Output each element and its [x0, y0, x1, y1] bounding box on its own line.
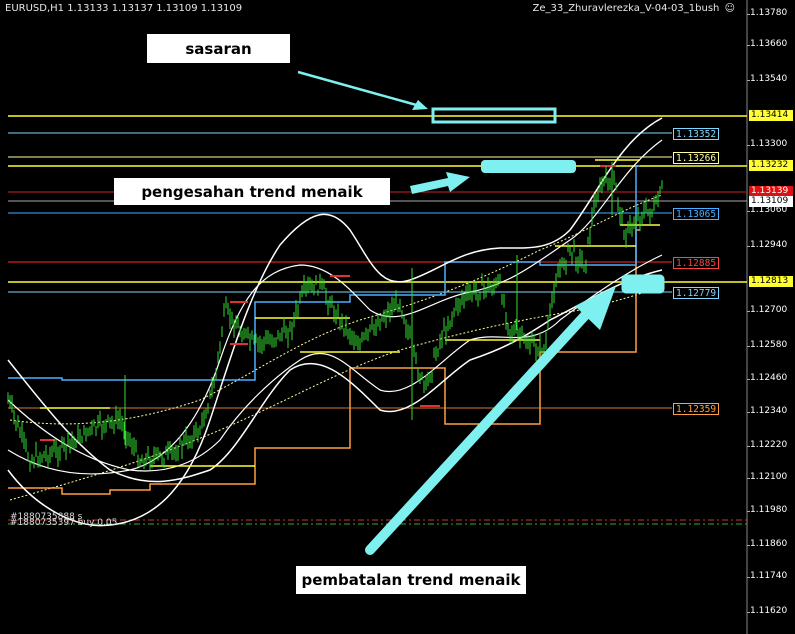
price-tick-mark: [747, 80, 750, 81]
price-tick-mark: [747, 346, 750, 347]
level-tag-13266[interactable]: 1.13266: [673, 152, 720, 164]
level-tag-12779[interactable]: 1.12779: [673, 287, 720, 299]
price-tick-mark: [747, 379, 750, 380]
cancel-arrow-line: [365, 305, 595, 555]
confirm-arrow: [410, 172, 470, 194]
price-tick-mark: [747, 412, 750, 413]
price-tick-mark: [747, 511, 750, 512]
smiley-face-icon[interactable]: ☺: [725, 3, 735, 14]
axis-tag-yellow-low: 1.12813: [749, 276, 793, 287]
price-tick: 1.12340: [750, 406, 788, 416]
price-tick-mark: [747, 211, 750, 212]
callout-confirm: pengesahan trend menaik: [114, 178, 390, 205]
price-tick-mark: [747, 612, 750, 613]
price-tick: 1.12580: [750, 340, 788, 350]
price-tick-mark: [747, 545, 750, 546]
lower-band-inner: [7, 254, 663, 472]
price-tick: 1.13540: [750, 74, 788, 84]
price-tick-mark: [747, 478, 750, 479]
symbol-info: EURUSD,H1 1.13133 1.13137 1.13109 1.1310…: [5, 3, 243, 14]
callout-cancel: pembatalan trend menaik: [296, 566, 526, 594]
level-tag-12359[interactable]: 1.12359: [673, 403, 720, 415]
price-tick: 1.12940: [750, 240, 788, 250]
price-tick-mark: [747, 246, 750, 247]
price-tick-mark: [747, 311, 750, 312]
price-tick: 1.11740: [750, 571, 788, 581]
level-tag-12885[interactable]: 1.12885: [673, 257, 720, 269]
price-tick: 1.12220: [750, 440, 788, 450]
price-tick: 1.13660: [750, 39, 788, 49]
price-tick: 1.13780: [750, 8, 788, 18]
level-tag-13065[interactable]: 1.13065: [673, 208, 720, 220]
confirm-zone-marker: [481, 160, 576, 173]
axis-tag-yellow-top: 1.13414: [749, 110, 793, 121]
indicator-name-text: Ze_33_Zhuravlerezka_V-04-03_1bush: [532, 3, 720, 14]
price-chart[interactable]: [0, 0, 795, 634]
price-tick: 1.12460: [750, 373, 788, 383]
order-label-buy[interactable]: #1880735397 buy 0.05: [10, 518, 117, 528]
axis-tag-yellow-mid: 1.13232: [749, 160, 793, 171]
price-tick: 1.12700: [750, 305, 788, 315]
price-tick-mark: [747, 446, 750, 447]
price-tick: 1.11620: [750, 606, 788, 616]
price-tick-mark: [747, 145, 750, 146]
price-tick-mark: [747, 14, 750, 15]
indicator-name: Ze_33_Zhuravlerezka_V-04-03_1bush ☺: [532, 3, 735, 14]
callout-target: sasaran: [147, 34, 290, 63]
price-tick: 1.11980: [750, 505, 788, 515]
axis-tag-current-price: 1.13109: [749, 196, 793, 207]
level-tag-13352[interactable]: 1.13352: [673, 128, 720, 140]
target-arrow-line: [297, 70, 421, 108]
price-tick: 1.11860: [750, 539, 788, 549]
price-tick: 1.12100: [750, 472, 788, 482]
price-tick: 1.13300: [750, 139, 788, 149]
cancel-zone-marker: [621, 274, 665, 294]
price-tick-mark: [747, 577, 750, 578]
price-tick-mark: [747, 45, 750, 46]
